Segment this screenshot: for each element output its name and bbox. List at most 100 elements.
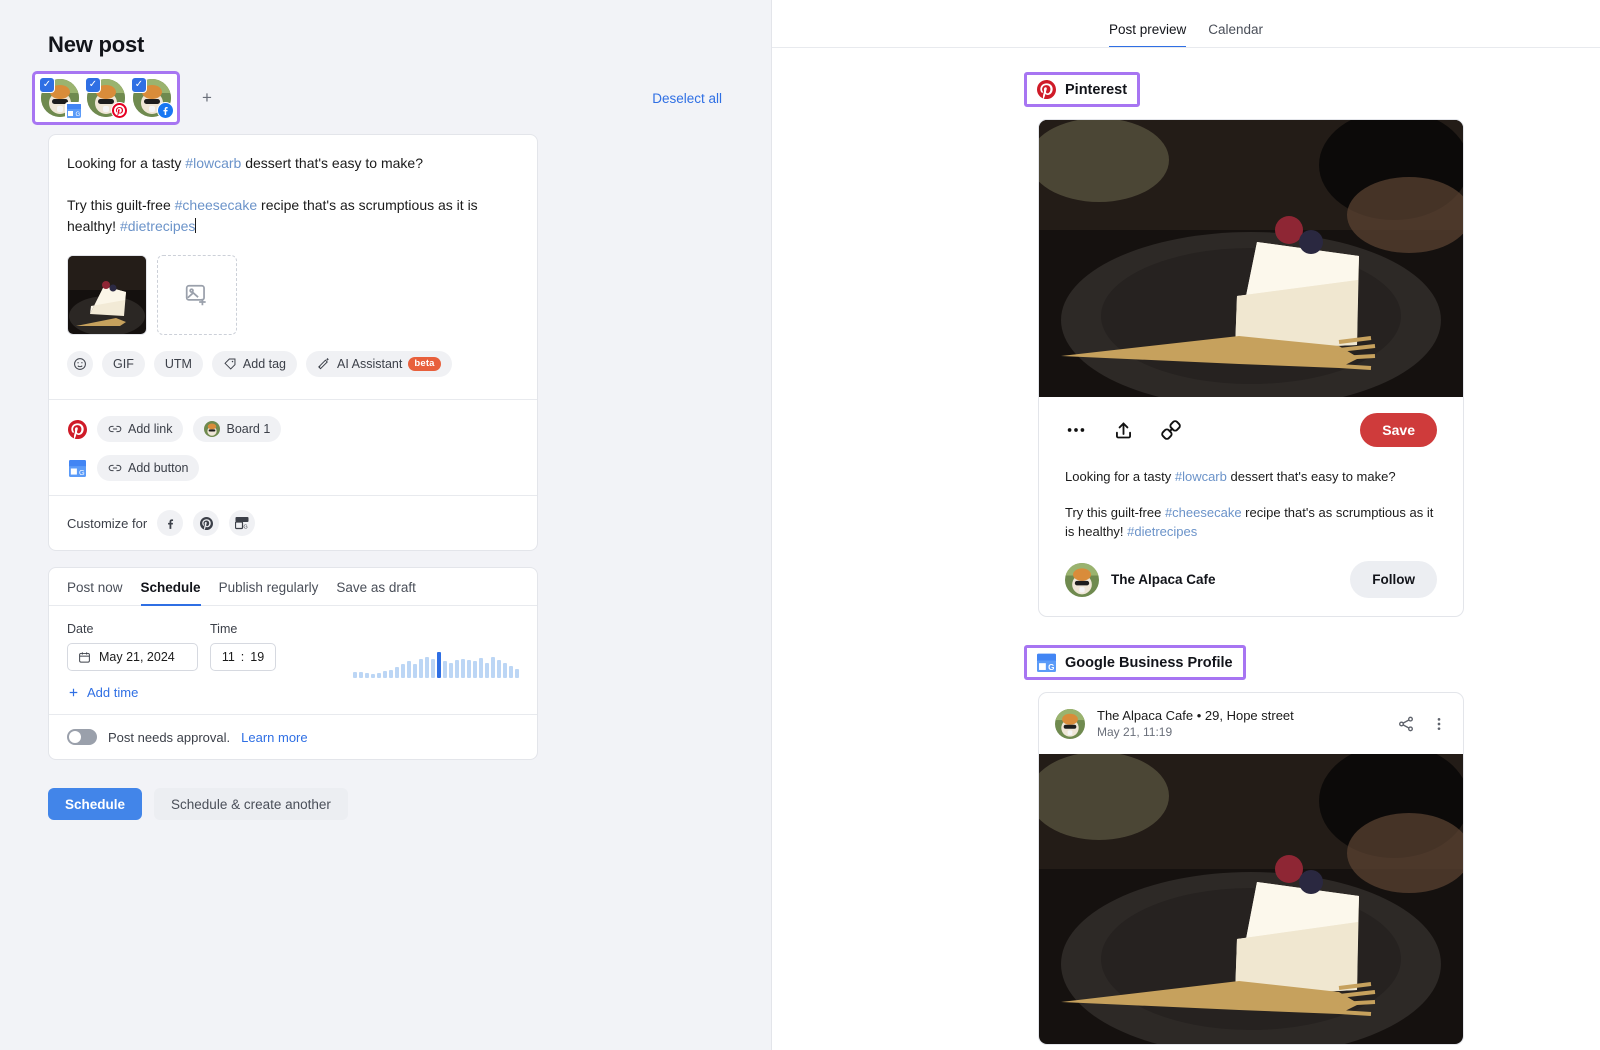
tab-post-now[interactable]: Post now [67, 580, 123, 606]
avatar [1055, 708, 1085, 739]
more-options-icon[interactable] [1065, 419, 1087, 441]
board-avatar [204, 421, 221, 437]
gbp-card-meta: The Alpaca Cafe • 29, Hope street May 21… [1097, 707, 1294, 740]
pinterest-username: The Alpaca Cafe [1111, 572, 1216, 587]
pinterest-icon [67, 419, 87, 439]
tab-post-preview[interactable]: Post preview [1108, 22, 1187, 48]
account-checkbox[interactable]: ✓ [85, 77, 101, 93]
sparkline-bar [443, 661, 447, 678]
sparkline-bar [503, 663, 507, 678]
tab-schedule[interactable]: Schedule [140, 580, 201, 606]
gif-button[interactable]: GIF [102, 351, 145, 377]
add-media-button[interactable] [157, 255, 237, 335]
calendar-icon [78, 651, 91, 664]
time-hour[interactable]: 11 [222, 650, 235, 664]
customize-gbp-button[interactable]: G [229, 510, 256, 536]
pinterest-section-title: Pinterest [1024, 72, 1141, 107]
add-time-button[interactable]: Add time [67, 685, 519, 700]
gbp-options-row: G Add button [67, 455, 519, 481]
tab-save-as-draft[interactable]: Save as draft [336, 580, 416, 606]
sparkline-bar [389, 670, 393, 678]
emoji-button[interactable] [67, 351, 93, 377]
gbp-preview-card: The Alpaca Cafe • 29, Hope street May 21… [1038, 692, 1464, 1045]
tab-publish-regularly[interactable]: Publish regularly [219, 580, 319, 606]
account-chip-pinterest[interactable]: ✓ [85, 77, 128, 119]
sparkline-bar [497, 660, 501, 678]
add-tag-button[interactable]: Add tag [211, 351, 298, 377]
hashtag-lowcarb: #lowcarb [185, 155, 242, 171]
sparkline-bar [431, 659, 435, 678]
utm-button[interactable]: UTM [153, 351, 203, 377]
more-options-icon[interactable] [1431, 716, 1447, 732]
emoji-icon [73, 357, 87, 371]
approval-row: Post needs approval. Learn more [49, 715, 537, 759]
sparkline-bar [407, 661, 411, 678]
date-label: Date [67, 622, 94, 636]
sparkline-bar [413, 664, 417, 678]
composer-pane: New post ✓ G ✓ ✓ + Deselect all Looking … [0, 0, 772, 1050]
preview-paragraph-2: Try this guilt-free #cheesecake recipe t… [1065, 505, 1434, 539]
add-account-button[interactable]: + [196, 87, 218, 109]
time-minute[interactable]: 19 [250, 650, 264, 664]
account-chip-facebook[interactable]: ✓ [131, 77, 174, 119]
pinterest-save-button[interactable]: Save [1360, 413, 1437, 447]
sparkline-bar [473, 661, 477, 678]
tab-calendar[interactable]: Calendar [1208, 22, 1263, 48]
time-separator: : [240, 650, 245, 664]
schedule-and-create-another-button[interactable]: Schedule & create another [154, 788, 348, 820]
schedule-tabs: Post now Schedule Publish regularly Save… [49, 568, 537, 606]
sparkline-bar [359, 672, 363, 678]
customize-pinterest-button[interactable] [193, 510, 220, 536]
ai-assistant-button[interactable]: AI Assistant beta [306, 351, 452, 377]
deselect-all-button[interactable]: Deselect all [652, 91, 722, 106]
schedule-body: Date Time May 21, 2024 11: 19 Add time [49, 606, 537, 714]
gif-label: GIF [113, 357, 134, 371]
add-link-button[interactable]: Add link [97, 416, 184, 442]
copy-link-icon[interactable] [1160, 419, 1182, 441]
gbp-preview-image [1039, 744, 1463, 1044]
sparkline-bar [425, 657, 429, 678]
add-time-label: Add time [87, 685, 139, 700]
link-icon [108, 461, 122, 475]
action-buttons: Schedule Schedule & create another [48, 788, 771, 820]
share-icon[interactable] [1397, 715, 1415, 733]
sparkline-bar [419, 659, 423, 678]
svg-text:G: G [1048, 663, 1054, 672]
hashtag-dietrecipes: #dietrecipes [1127, 524, 1198, 539]
customize-facebook-button[interactable] [157, 510, 184, 536]
media-thumbnail[interactable] [67, 255, 147, 335]
add-button-button[interactable]: Add button [97, 455, 200, 481]
sparkline-bar [383, 671, 387, 678]
pinterest-icon [111, 102, 128, 119]
composer-editor[interactable]: Looking for a tasty #lowcarb dessert tha… [49, 135, 537, 383]
sparkle-pen-icon [317, 357, 331, 371]
preview-paragraph-1: Looking for a tasty #lowcarb dessert tha… [1065, 469, 1396, 484]
share-upload-icon[interactable] [1113, 420, 1134, 441]
account-checkbox[interactable]: ✓ [131, 77, 147, 93]
pinterest-author-row: The Alpaca Cafe Follow [1065, 561, 1437, 598]
svg-text:G: G [78, 467, 84, 476]
preview-tabs: Post preview Calendar [772, 0, 1600, 48]
pinterest-follow-button[interactable]: Follow [1350, 561, 1437, 598]
schedule-button[interactable]: Schedule [48, 788, 143, 820]
pinterest-card-body: Save Looking for a tasty #lowcarb desser… [1039, 397, 1463, 616]
date-input[interactable]: May 21, 2024 [67, 643, 198, 671]
media-attachments [67, 255, 519, 335]
svg-text:G: G [244, 525, 248, 530]
time-input[interactable]: 11 : 19 [210, 643, 276, 671]
sparkline-bar [395, 667, 399, 678]
best-time-sparkline-chart [353, 652, 519, 678]
learn-more-link[interactable]: Learn more [241, 730, 307, 745]
page-title: New post [48, 32, 145, 57]
pinterest-preview-section: Pinterest [1024, 72, 1600, 107]
customize-for-row: Customize for G [49, 496, 537, 550]
google-business-profile-icon: G [67, 458, 87, 478]
preview-pane: Post preview Calendar Pinterest Save Loo… [772, 0, 1600, 1050]
approval-toggle[interactable] [67, 729, 97, 745]
date-value: May 21, 2024 [99, 650, 175, 664]
gbp-section-title: G Google Business Profile [1024, 645, 1246, 680]
account-checkbox[interactable]: ✓ [39, 77, 55, 93]
account-chip-gbp[interactable]: ✓ G [39, 77, 82, 119]
sparkline-bar [491, 657, 495, 678]
board-selector-button[interactable]: Board 1 [193, 416, 282, 442]
